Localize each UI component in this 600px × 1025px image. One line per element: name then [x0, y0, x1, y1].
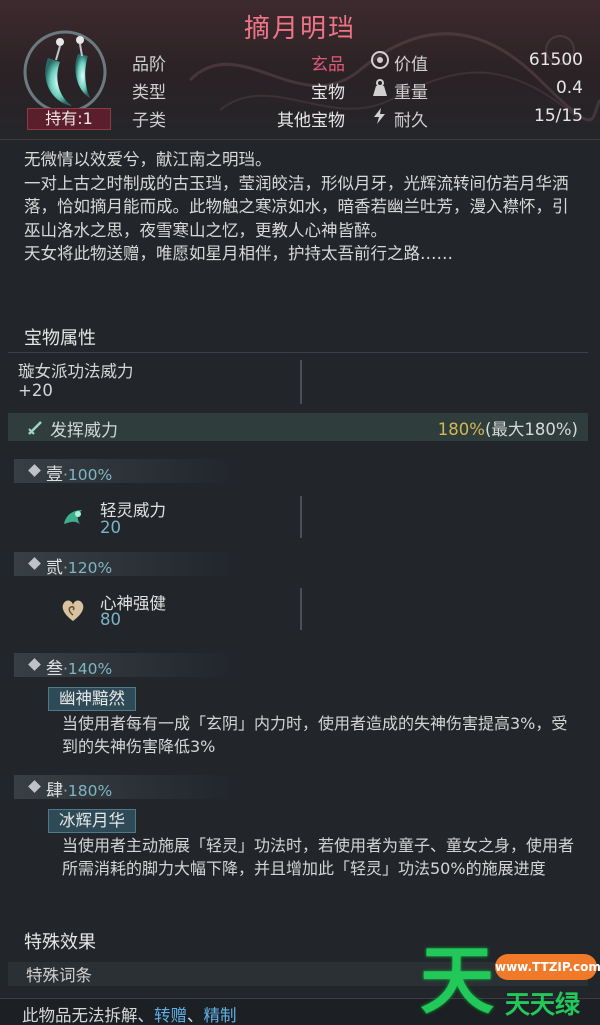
price-coin-icon	[371, 51, 389, 69]
tier-2-attr-value: 80	[100, 610, 121, 629]
tier-name: 壹	[46, 465, 63, 485]
tier-name: 叁	[46, 659, 63, 679]
price-value: 61500	[528, 50, 583, 70]
durability-value: 15/15	[534, 106, 583, 126]
weight-value: 0.4	[555, 78, 583, 98]
footer-text: 此物品无法拆解、转赠、精制	[22, 1002, 237, 1025]
gift-link[interactable]: 转赠	[154, 1006, 187, 1025]
description-line: 天女将此物送赠，唯愿如星月相伴，护持太吾前行之路……	[24, 244, 453, 263]
tier-pct: ·100%	[63, 466, 113, 484]
tier-3-skill-tag: 幽神黯然	[48, 687, 136, 711]
tier-1-label: 壹·100%	[46, 460, 112, 485]
tier-pct: ·140%	[63, 660, 113, 678]
type-label: 类型	[132, 83, 166, 103]
power-current: 180%	[437, 420, 485, 439]
power-label: 发挥威力	[50, 421, 118, 441]
tier-name: 肆	[46, 781, 63, 801]
column-divider	[300, 496, 302, 538]
watermark-text: 天天绿软	[505, 990, 581, 1019]
tier-pct: ·180%	[63, 782, 113, 800]
description-line: 一对上古之时制成的古玉珰，莹润皎洁，形似月牙，光辉流转间仿若月华洒落，恰如摘月能…	[24, 173, 569, 240]
durability-lightning-icon	[374, 108, 385, 124]
tier-4-skill-description: 当使用者主动施展「轻灵」功法时，若使用者为童子、童女之身，使用者所需消耗的脚力大…	[62, 836, 575, 878]
durability-label: 耐久	[394, 111, 428, 131]
weight-icon	[373, 79, 387, 96]
tier-3-skill-description: 当使用者每有一成「玄阴」内力时，使用者造成的失神伤害提高3%，受到的失神伤害降低…	[62, 714, 568, 756]
sect-power-label: 璇女派功法威力	[18, 362, 134, 381]
section-divider	[8, 352, 588, 353]
tier-1-attr-value: 20	[100, 518, 121, 537]
watermark-url: www.TTZIP.com	[495, 954, 600, 980]
type-value: 宝物	[311, 83, 345, 103]
tier-name: 贰	[46, 558, 63, 578]
refine-link[interactable]: 精制	[204, 1006, 237, 1025]
grade-value: 玄品	[311, 55, 345, 75]
treasure-props-title: 宝物属性	[24, 328, 96, 349]
power-value: 180%(最大180%)	[438, 416, 578, 440]
watermark-logo: 天	[420, 938, 494, 1024]
tier-4-label: 肆·180%	[46, 776, 112, 801]
special-effects-title: 特殊效果	[24, 932, 96, 953]
footer-separator: 、	[187, 1006, 204, 1025]
item-description: 无微情以效爱兮，献江南之明珰。 一对上古之时制成的古玉珰，莹润皎洁，形似月牙，光…	[24, 148, 584, 266]
subtype-value: 其他宝物	[277, 111, 345, 131]
heart-mind-icon	[62, 600, 84, 621]
item-tooltip-panel: 摘月明珰 持有:1 品阶 玄品 类型 宝物 子类 其他宝物 价值 61500 重…	[0, 0, 600, 1025]
grade-label: 品阶	[132, 55, 166, 75]
price-label: 价值	[394, 55, 428, 75]
swift-power-icon	[64, 510, 82, 524]
column-divider	[300, 588, 302, 630]
tier-pct: ·120%	[63, 559, 113, 577]
sword-icon	[28, 421, 42, 435]
tier-3-label: 叁·140%	[46, 654, 112, 679]
column-divider	[300, 360, 302, 404]
owned-count-badge: 持有:1	[27, 108, 111, 130]
special-entry-label: 特殊词条	[26, 966, 92, 985]
footer-prefix: 此物品无法拆解、	[22, 1006, 154, 1025]
item-header: 摘月明珰 持有:1 品阶 玄品 类型 宝物 子类 其他宝物 价值 61500 重…	[0, 0, 600, 140]
moon-earring-icon	[23, 30, 107, 114]
weight-label: 重量	[394, 83, 428, 103]
sect-power-value: +20	[18, 381, 53, 400]
tier-2-label: 贰·120%	[46, 553, 112, 578]
power-max: (最大180%)	[484, 420, 578, 439]
description-line: 无微情以效爱兮，献江南之明珰。	[24, 150, 272, 169]
tier-4-skill-tag: 冰辉月华	[48, 809, 136, 833]
subtype-label: 子类	[132, 111, 166, 131]
